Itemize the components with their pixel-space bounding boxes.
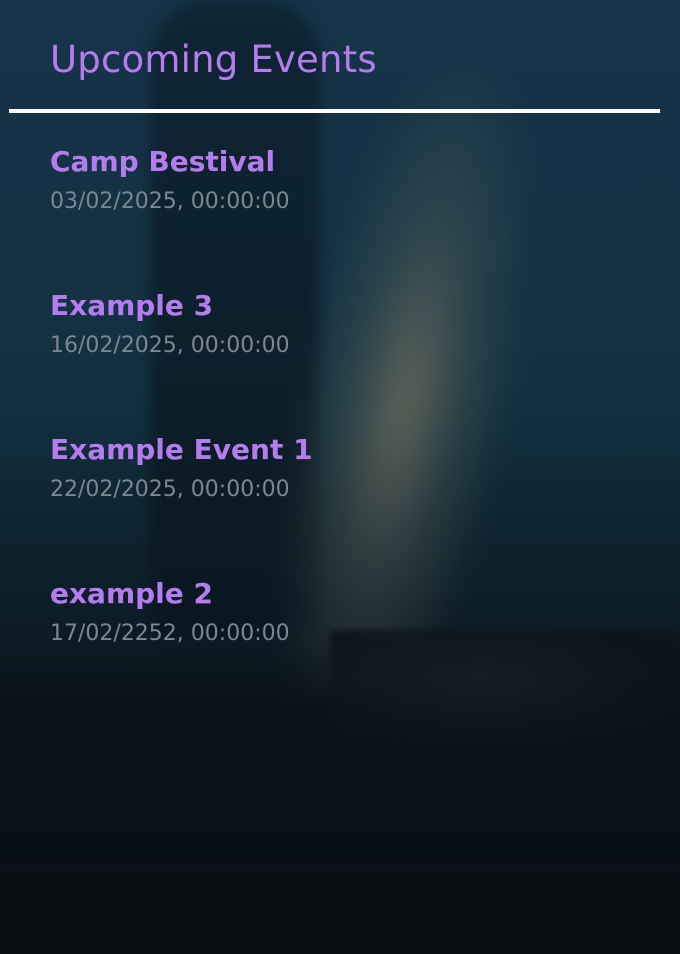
event-name-link[interactable]: Example Event 1 xyxy=(50,428,610,472)
event-name-link[interactable]: Camp Bestival xyxy=(50,140,610,184)
page-title: Upcoming Events xyxy=(50,38,377,81)
event-date: 16/02/2025, 00:00:00 xyxy=(50,333,290,358)
title-divider xyxy=(9,109,660,113)
event-list: Camp Bestival 03/02/2025, 00:00:00 Examp… xyxy=(50,140,610,716)
event-name-link[interactable]: example 2 xyxy=(50,572,610,616)
list-item: Camp Bestival 03/02/2025, 00:00:00 xyxy=(50,140,610,284)
event-name-link[interactable]: Example 3 xyxy=(50,284,610,328)
list-item: Example 3 16/02/2025, 00:00:00 xyxy=(50,284,610,428)
event-date: 17/02/2252, 00:00:00 xyxy=(50,621,290,646)
list-item: example 2 17/02/2252, 00:00:00 xyxy=(50,572,610,716)
event-date: 22/02/2025, 00:00:00 xyxy=(50,477,290,502)
list-item: Example Event 1 22/02/2025, 00:00:00 xyxy=(50,428,610,572)
upcoming-events-panel: Upcoming Events Camp Bestival 03/02/2025… xyxy=(0,0,680,954)
event-date: 03/02/2025, 00:00:00 xyxy=(50,189,290,214)
